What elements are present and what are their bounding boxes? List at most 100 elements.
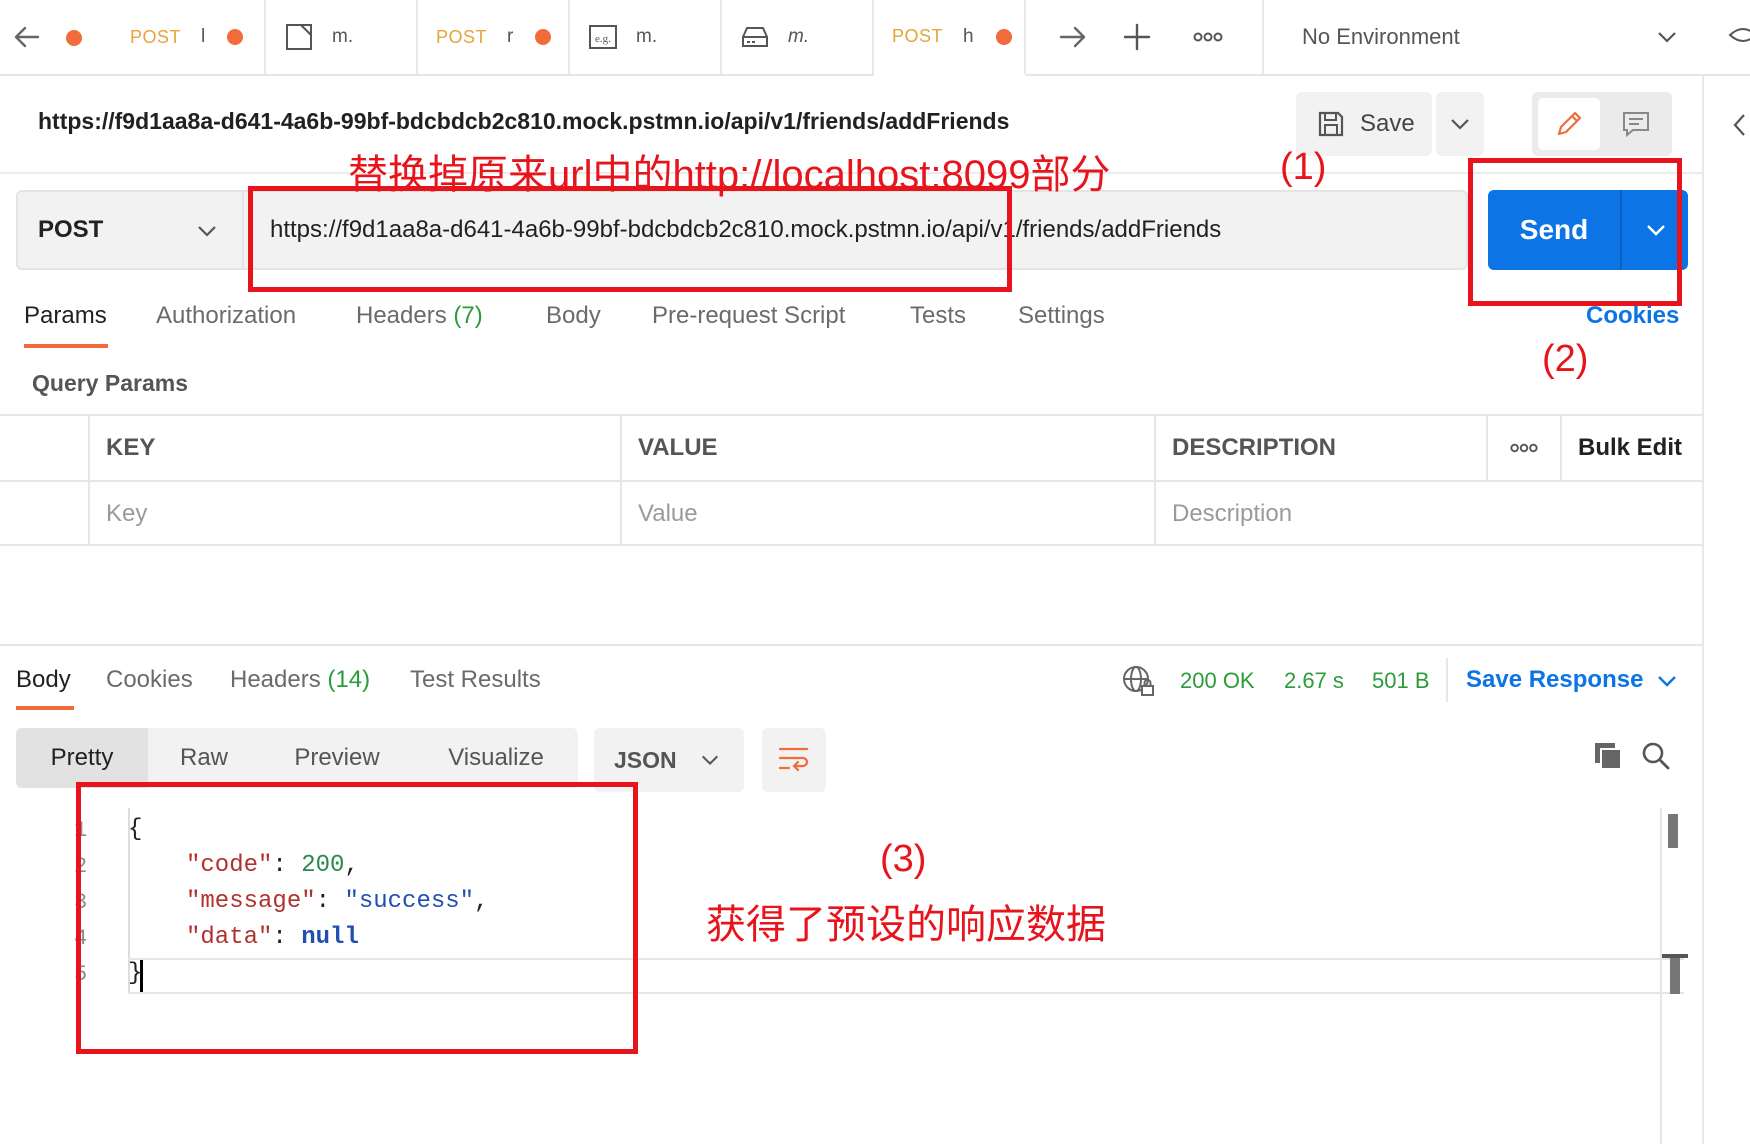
view-raw[interactable]: Raw: [148, 728, 260, 788]
key-input[interactable]: Key: [88, 482, 622, 546]
format-label: JSON: [614, 746, 677, 773]
code-panel-icon[interactable]: [1730, 110, 1750, 140]
request-name[interactable]: https://f9d1aa8a-d641-4a6b-99bf-bdcbdcb2…: [38, 108, 1009, 135]
tab-name: l: [201, 26, 206, 47]
tab-settings[interactable]: Settings: [1018, 302, 1105, 330]
cookies-link[interactable]: Cookies: [1586, 302, 1679, 330]
copy-icon[interactable]: [1592, 740, 1624, 772]
mock-server-icon: [742, 27, 768, 47]
response-tab-body[interactable]: Body: [16, 666, 71, 694]
tab-tests[interactable]: Tests: [910, 302, 966, 330]
annotation-number-3: (3): [880, 838, 927, 880]
response-time[interactable]: 2.67 s: [1284, 668, 1344, 694]
save-options-dropdown[interactable]: [1436, 92, 1484, 156]
scrollbar-marker: [1670, 958, 1680, 994]
response-divider: [0, 644, 1702, 646]
chevron-down-icon: [1451, 119, 1469, 130]
tab-body[interactable]: Body: [546, 302, 601, 330]
request-tab-5[interactable]: m.: [722, 0, 874, 74]
tab-pre-request-script[interactable]: Pre-request Script: [652, 302, 845, 330]
view-visualize[interactable]: Visualize: [428, 728, 564, 788]
more-options-icon[interactable]: [1192, 20, 1224, 54]
wrap-lines-icon: [778, 747, 809, 772]
query-params-table: KEY VALUE DESCRIPTION Bulk Edit Key Valu…: [0, 414, 1702, 548]
request-tab-1[interactable]: POST l: [112, 0, 266, 74]
tab-label: Headers: [230, 666, 321, 693]
annotation-text-body: 获得了预设的响应数据: [706, 903, 1106, 947]
headers-count: (14): [327, 666, 371, 693]
method-label: POST: [38, 216, 104, 243]
bulk-edit-button[interactable]: Bulk Edit: [1560, 416, 1702, 480]
tab-label: Body: [16, 666, 71, 693]
method-select[interactable]: POST: [16, 190, 244, 270]
tab-authorization[interactable]: Authorization: [156, 302, 296, 330]
scrollbar-thumb[interactable]: [1668, 814, 1678, 848]
save-disk-icon: [1318, 111, 1344, 137]
edit-mode-button[interactable]: [1538, 98, 1600, 150]
environment-selector[interactable]: No Environment: [1262, 0, 1702, 74]
more-options-icon: [1510, 443, 1538, 453]
tab-name: m.: [636, 26, 658, 47]
view-label: Pretty: [50, 744, 114, 771]
new-tab-plus-icon[interactable]: [1120, 20, 1154, 54]
chevron-down-icon: [1658, 32, 1676, 43]
description-input[interactable]: Description: [1154, 482, 1702, 546]
request-tab-active[interactable]: POST h: [874, 0, 1026, 76]
response-status[interactable]: 200 OK: [1180, 668, 1255, 694]
save-response-button[interactable]: Save Response: [1466, 666, 1643, 694]
environment-quick-look-icon[interactable]: [1728, 20, 1750, 50]
pencil-icon: [1557, 111, 1582, 136]
unsaved-dot-icon: [66, 30, 82, 46]
comments-button[interactable]: [1606, 98, 1666, 150]
column-header-value: VALUE: [620, 416, 1154, 480]
table-header-row: KEY VALUE DESCRIPTION Bulk Edit: [0, 414, 1702, 480]
tab-name: m.: [788, 26, 810, 47]
annotation-number-1: (1): [1280, 146, 1327, 188]
right-sidebar-divider: [1702, 76, 1704, 1144]
value-input[interactable]: Value: [620, 482, 1154, 546]
view-label: Visualize: [448, 744, 544, 771]
tab-method: POST: [436, 26, 488, 47]
column-header-key: KEY: [88, 416, 622, 480]
tab-label: Authorization: [156, 302, 297, 329]
tab-label: Tests: [910, 302, 967, 329]
example-icon: e.g.: [589, 25, 617, 49]
tab-label: Cookies: [106, 666, 193, 693]
wrap-lines-button[interactable]: [762, 728, 826, 792]
tab-headers[interactable]: Headers (7): [356, 302, 483, 330]
tab-label: Body: [546, 302, 601, 329]
tab-name: r: [507, 26, 514, 47]
response-tab-cookies[interactable]: Cookies: [106, 666, 193, 694]
search-icon[interactable]: [1640, 740, 1672, 772]
tab-name: h: [963, 25, 974, 47]
view-preview[interactable]: Preview: [270, 728, 404, 788]
tab-label: Test Results: [410, 666, 541, 693]
view-pretty[interactable]: Pretty: [16, 728, 148, 788]
annotation-text-url: 替换掉原来url中的http://localhost:8099部分: [348, 153, 1111, 197]
table-more-button[interactable]: [1486, 416, 1560, 480]
forward-arrow-icon[interactable]: [1056, 20, 1090, 54]
tab-name: m.: [332, 26, 354, 47]
chevron-down-icon: [198, 226, 216, 237]
headers-count: (7): [453, 302, 483, 329]
table-row: Key Value Description: [0, 480, 1702, 546]
tab-method: POST: [892, 26, 944, 46]
tab-label: Headers: [356, 302, 447, 329]
network-globe-icon[interactable]: [1122, 664, 1156, 698]
chevron-down-icon: [702, 755, 718, 766]
document-icon: [286, 24, 312, 50]
tab-params[interactable]: Params: [24, 302, 107, 330]
response-tab-test-results[interactable]: Test Results: [410, 666, 541, 694]
back-arrow-icon[interactable]: [12, 22, 42, 52]
chevron-down-icon[interactable]: [1656, 670, 1678, 692]
divider: [1446, 658, 1448, 702]
response-tab-headers[interactable]: Headers (14): [230, 666, 370, 694]
request-tab-4[interactable]: e.g. m.: [570, 0, 722, 74]
environment-label: No Environment: [1302, 24, 1460, 49]
annotation-box-send: [1468, 158, 1682, 306]
request-tab-2[interactable]: m.: [266, 0, 418, 74]
postman-window: POST l m. POST r e.g. m. m. POST h No En…: [0, 0, 1750, 1144]
response-size[interactable]: 501 B: [1372, 668, 1430, 694]
tab-label: Params: [24, 302, 107, 329]
request-tab-3[interactable]: POST r: [418, 0, 570, 74]
